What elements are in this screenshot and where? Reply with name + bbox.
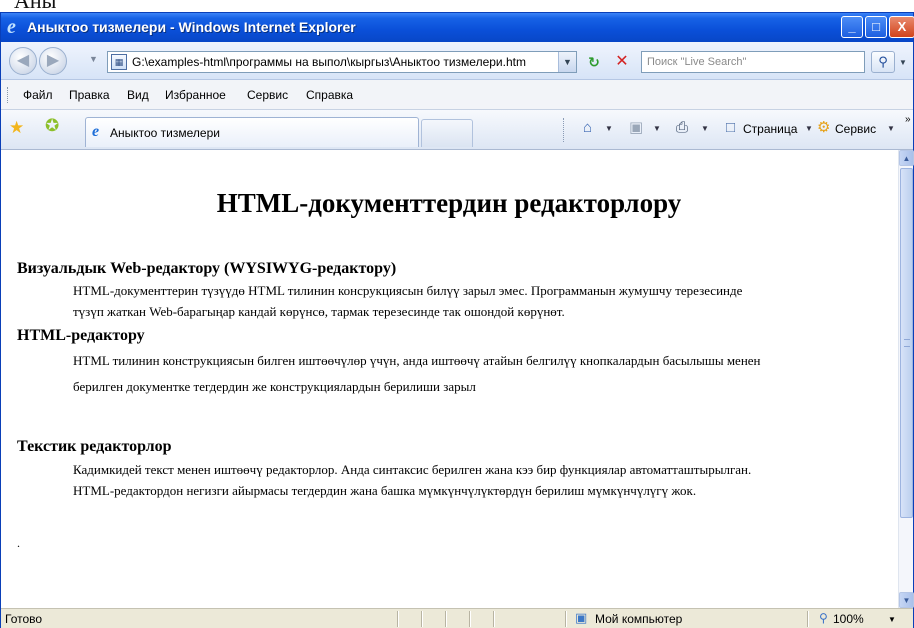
window-title: Аныктоо тизмелери - Windows Internet Exp… [27,19,356,35]
ie-page-icon: e [92,123,100,140]
trailing-dot: . [17,536,20,550]
menu-help[interactable]: Справка [306,88,353,102]
menu-tools[interactable]: Сервис [247,88,288,102]
address-input[interactable]: ▦ G:\examples-html\программы на выпол\кы… [107,51,577,73]
status-divider [445,611,447,627]
title-bar[interactable]: e Аныктоо тизмелери - Windows Internet E… [1,13,914,42]
tools-gear-icon[interactable]: ⚙ [817,120,830,136]
address-dropdown-icon[interactable]: ▼ [558,52,576,72]
add-favorite-icon[interactable]: ✪ [45,117,59,135]
scroll-up-button[interactable]: ▲ [899,150,914,166]
back-button[interactable]: ◀ [9,47,37,75]
ie-logo-icon: e [7,16,16,38]
print-icon[interactable]: ⎙ [676,120,688,136]
zoom-level[interactable]: 100% [833,612,864,626]
computer-zone-icon: ▣ [575,610,588,625]
menu-grip[interactable] [7,87,9,103]
tab-bar: ★ ✪ e Аныктоо тизмелери ⌂ ▼ ▣ ▼ ⎙ ▼ □ Ст… [1,110,913,150]
page-viewport: HTML-документтердин редакторлору Визуаль… [1,150,913,608]
refresh-button[interactable]: ↻ [583,51,605,73]
favorites-center-icon[interactable]: ★ [9,119,24,137]
definition-description-line: түзүп жаткан Web-барагыңар кандай көрүнс… [73,304,565,319]
home-dropdown-icon[interactable]: ▼ [605,124,613,133]
menu-favorites[interactable]: Избранное [165,88,226,102]
status-bar: Готово ▣ Мой компьютер ⚲ 100% ▼ [1,608,913,628]
zoom-icon[interactable]: ⚲ [819,611,828,625]
feeds-dropdown-icon[interactable]: ▼ [653,124,661,133]
page-menu-button[interactable]: Страница [743,122,797,136]
menu-file[interactable]: Файл [23,88,53,102]
address-text[interactable]: G:\examples-html\программы на выпол\кырг… [132,55,552,69]
feeds-icon[interactable]: ▣ [629,120,643,136]
definition-description-line: HTML тилинин конструкциясын билген иштөө… [73,353,761,368]
address-bar: ◀ ▶ ▼ ▦ G:\examples-html\программы на вы… [1,42,913,80]
status-divider [565,611,567,627]
search-icon: ⚲ [878,54,888,69]
forward-button[interactable]: ▶ [39,47,67,75]
definition-description-line: HTML-редактордон негизги айырмасы тегдер… [73,483,697,498]
search-placeholder: Поиск "Live Search" [647,56,747,68]
scroll-down-button[interactable]: ▼ [899,592,914,608]
minimize-button[interactable]: _ [841,16,863,38]
vertical-scrollbar[interactable]: ▲ ▼ [898,150,914,608]
toolbar-overflow-icon[interactable]: » [905,114,911,125]
definition-description-line: Кадимкидей текст менен иштөөчү редакторл… [73,462,752,477]
arrow-right-icon: ▶ [46,52,60,69]
page-title: HTML-документтердин редакторлору [216,188,682,218]
definition-description-line: HTML-документтерин түзүүдө HTML тилинин … [73,283,743,298]
definition-term: HTML-редактору [17,327,145,344]
definition-term: Визуальдык Web-редактору (WYSIWYG-редакт… [17,260,397,277]
ie-window: e Аныктоо тизмелери - Windows Internet E… [0,12,914,628]
scroll-grip [904,339,910,347]
stop-icon: ✕ [615,53,629,70]
stop-button[interactable]: ✕ [611,51,633,73]
tab-active[interactable]: e Аныктоо тизмелери [85,117,419,147]
toolbar-separator [563,118,564,142]
menu-edit[interactable]: Правка [69,88,110,102]
search-options-dropdown-icon[interactable]: ▼ [899,58,907,67]
security-zone-label[interactable]: Мой компьютер [595,612,682,626]
menu-view[interactable]: Вид [127,88,149,102]
status-text: Готово [5,612,43,626]
status-divider [493,611,495,627]
zoom-dropdown-icon[interactable]: ▼ [888,615,896,624]
new-tab-button[interactable] [421,119,473,147]
status-divider [469,611,471,627]
status-divider [421,611,423,627]
status-divider [807,611,809,627]
refresh-icon: ↻ [588,54,600,70]
document-body: HTML-документтердин редакторлору Визуаль… [1,150,897,564]
home-icon[interactable]: ⌂ [583,120,592,136]
search-button[interactable]: ⚲ [871,51,895,73]
page-dropdown-icon[interactable]: ▼ [805,124,813,133]
scroll-thumb[interactable] [900,168,913,518]
arrow-left-icon: ◀ [16,52,30,69]
print-dropdown-icon[interactable]: ▼ [701,124,709,133]
tools-dropdown-icon[interactable]: ▼ [887,124,895,133]
search-input[interactable]: Поиск "Live Search" [641,51,865,73]
tools-menu-button[interactable]: Сервис [835,122,876,136]
history-dropdown-icon[interactable]: ▼ [89,54,98,64]
close-button[interactable]: X [889,16,914,38]
tab-label: Аныктоо тизмелери [110,126,220,140]
definition-description-line: берилген документке тегдердин же констру… [73,379,476,394]
page-icon: ▦ [111,54,127,70]
page-menu-icon[interactable]: □ [726,120,735,136]
maximize-button[interactable]: □ [865,16,887,38]
menu-bar: Файл Правка Вид Избранное Сервис Справка [1,80,913,110]
status-divider [397,611,399,627]
definition-term: Текстик редакторлор [17,438,172,455]
